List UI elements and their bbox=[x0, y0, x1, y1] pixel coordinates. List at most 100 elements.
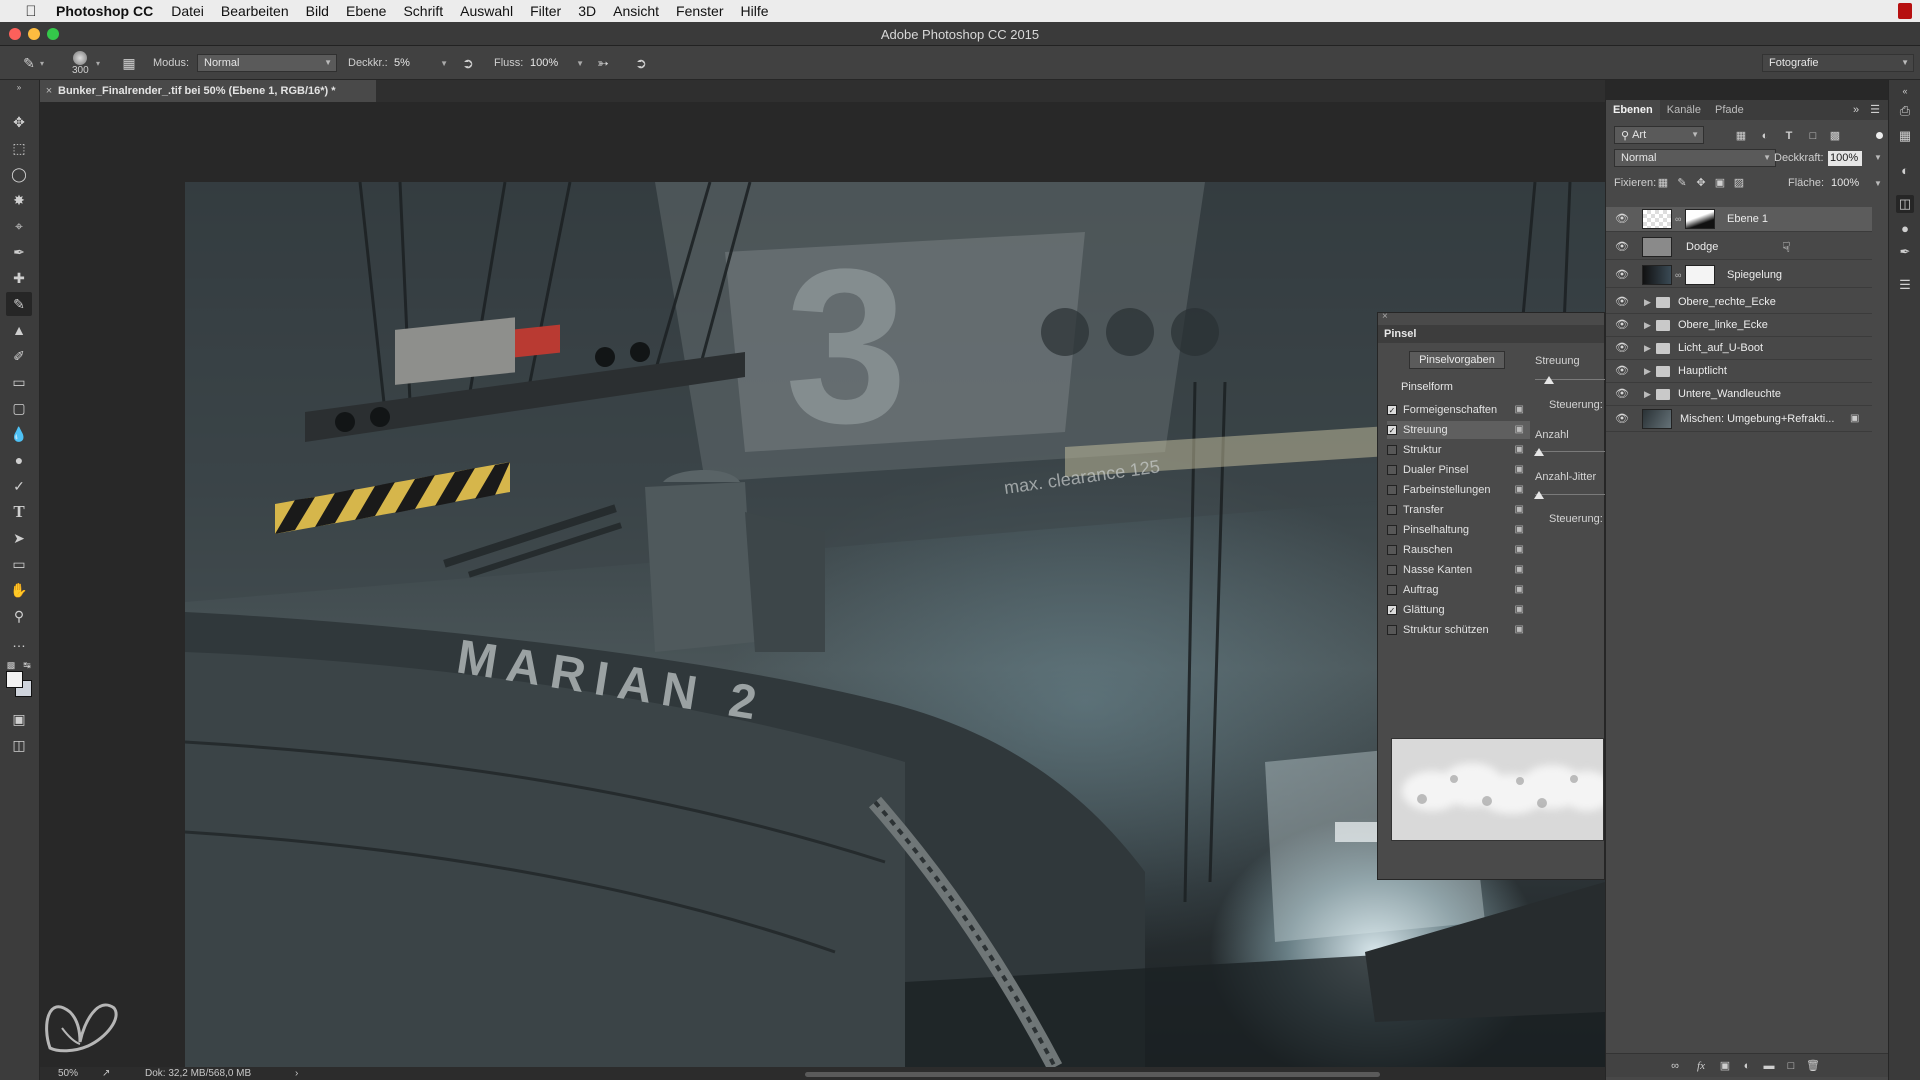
checkbox[interactable] bbox=[1387, 625, 1397, 635]
lock-transparent-pixels-icon[interactable]: ▦ bbox=[1656, 176, 1670, 190]
checkbox[interactable] bbox=[1387, 465, 1397, 475]
menu-schrift[interactable]: Schrift bbox=[403, 3, 443, 19]
blur-tool-icon[interactable]: 💧 bbox=[6, 422, 32, 446]
visibility-eye-icon[interactable]: 👁 bbox=[1614, 269, 1630, 281]
default-colors-icon[interactable]: ▩ bbox=[4, 658, 18, 672]
status-app-icon[interactable] bbox=[1898, 3, 1912, 19]
count-slider[interactable] bbox=[1535, 451, 1605, 452]
brush-option-streuung[interactable]: ✓ Streuung ▣ bbox=[1387, 421, 1530, 439]
menu-bild[interactable]: Bild bbox=[306, 3, 329, 19]
marquee-tool-icon[interactable]: ⬚ bbox=[6, 136, 32, 160]
properties-panel-icon[interactable]: ▦ bbox=[1896, 127, 1914, 145]
layer-mask-thumbnail[interactable] bbox=[1685, 265, 1715, 285]
brush-tool-preset-picker[interactable]: ✎ ▾ bbox=[18, 46, 44, 80]
lasso-tool-icon[interactable]: ◯ bbox=[6, 162, 32, 186]
quick-selection-tool-icon[interactable]: ✸ bbox=[6, 188, 32, 212]
lock-icon[interactable]: ▣ bbox=[1515, 524, 1524, 535]
visibility-eye-icon[interactable]: 👁 bbox=[1614, 413, 1630, 425]
lock-icon[interactable]: ▣ bbox=[1515, 504, 1524, 515]
history-panel-icon[interactable]: ⎙ bbox=[1896, 102, 1914, 120]
zoom-level[interactable]: 50% bbox=[58, 1068, 78, 1079]
brush-option-struktur[interactable]: Struktur ▣ bbox=[1387, 441, 1530, 459]
layer-row-ebene-1[interactable]: 👁 ∞ Ebene 1 bbox=[1606, 207, 1872, 232]
lock-icon[interactable]: ▣ bbox=[1515, 404, 1524, 415]
healing-brush-tool-icon[interactable]: ✚ bbox=[6, 266, 32, 290]
pressure-opacity-icon[interactable]: ➲ bbox=[457, 52, 479, 74]
menu-ebene[interactable]: Ebene bbox=[346, 3, 386, 19]
brush-option-glaettung[interactable]: ✓ Glättung ▣ bbox=[1387, 601, 1530, 619]
brush-size-caret-icon[interactable]: ▾ bbox=[96, 59, 100, 68]
menu-filter[interactable]: Filter bbox=[530, 3, 561, 19]
brush-presets-button[interactable]: Pinselvorgaben bbox=[1409, 351, 1505, 369]
menu-fenster[interactable]: Fenster bbox=[676, 3, 723, 19]
brush-option-rauschen[interactable]: Rauschen ▣ bbox=[1387, 541, 1530, 559]
lock-icon[interactable]: ▣ bbox=[1515, 464, 1524, 475]
collapse-panel-icon[interactable]: » bbox=[1849, 103, 1863, 117]
tab-kanaele[interactable]: Kanäle bbox=[1660, 100, 1708, 120]
checkbox[interactable] bbox=[1387, 445, 1397, 455]
toolbar-collapse-icon[interactable]: » bbox=[6, 82, 32, 92]
tab-ebenen[interactable]: Ebenen bbox=[1606, 100, 1660, 120]
visibility-eye-icon[interactable]: 👁 bbox=[1614, 388, 1630, 400]
swap-colors-icon[interactable]: ↹ bbox=[20, 658, 34, 672]
menu-datei[interactable]: Datei bbox=[171, 3, 204, 19]
paths-panel-icon[interactable]: ✒ bbox=[1896, 243, 1914, 261]
crop-tool-icon[interactable]: ⌖ bbox=[6, 214, 32, 238]
chevron-right-icon[interactable]: ▶ bbox=[1644, 320, 1651, 331]
eraser-tool-icon[interactable]: ▭ bbox=[6, 370, 32, 394]
lock-artboard-icon[interactable]: ▣ bbox=[1713, 176, 1727, 190]
layer-row-dodge[interactable]: 👁 Dodge ☟ bbox=[1606, 235, 1872, 260]
checkbox[interactable] bbox=[1387, 525, 1397, 535]
checkbox[interactable] bbox=[1387, 485, 1397, 495]
brush-option-auftrag[interactable]: Auftrag ▣ bbox=[1387, 581, 1530, 599]
menu-app-name[interactable]: Photoshop CC bbox=[56, 3, 153, 19]
layer-group-hauptlicht[interactable]: 👁 ▶ Hauptlicht bbox=[1606, 360, 1872, 383]
dodge-tool-icon[interactable]: ● bbox=[6, 448, 32, 472]
brush-option-transfer[interactable]: Transfer ▣ bbox=[1387, 501, 1530, 519]
eyedropper-tool-icon[interactable]: ✒ bbox=[6, 240, 32, 264]
pressure-size-icon[interactable]: ➲ bbox=[630, 52, 652, 74]
status-menu-chevron-icon[interactable]: › bbox=[295, 1068, 298, 1079]
checkbox[interactable]: ✓ bbox=[1387, 425, 1397, 435]
lock-icon[interactable]: ▣ bbox=[1515, 544, 1524, 555]
history-brush-tool-icon[interactable]: ✐ bbox=[6, 344, 32, 368]
layer-group-licht-auf-u-boot[interactable]: 👁 ▶ Licht_auf_U-Boot bbox=[1606, 337, 1872, 360]
filter-pixel-layers-icon[interactable]: ▦ bbox=[1734, 129, 1748, 143]
menu-ansicht[interactable]: Ansicht bbox=[613, 3, 659, 19]
brush-option-farbeinstellungen[interactable]: Farbeinstellungen ▣ bbox=[1387, 481, 1530, 499]
type-tool-icon[interactable]: T bbox=[6, 500, 32, 524]
brush-option-dualer-pinsel[interactable]: Dualer Pinsel ▣ bbox=[1387, 461, 1530, 479]
brush-settings-panel-icon[interactable]: ☰ bbox=[1896, 276, 1914, 294]
chevron-right-icon[interactable]: ▶ bbox=[1644, 297, 1651, 308]
menu-hilfe[interactable]: Hilfe bbox=[741, 3, 769, 19]
brush-option-struktur-schuetzen[interactable]: Struktur schützen ▣ bbox=[1387, 621, 1530, 639]
blend-mode-select[interactable]: Normal ▼ bbox=[1614, 149, 1776, 167]
more-tools-icon[interactable]: … bbox=[6, 630, 32, 654]
layers-panel-icon[interactable]: ◫ bbox=[1896, 195, 1914, 213]
close-icon[interactable]: × bbox=[40, 85, 58, 97]
count-slider-thumb[interactable] bbox=[1534, 448, 1544, 456]
layer-opacity-field[interactable]: 100% bbox=[1828, 151, 1862, 166]
add-mask-icon[interactable]: ▣ bbox=[1718, 1059, 1732, 1073]
visibility-eye-icon[interactable]: 👁 bbox=[1614, 365, 1630, 377]
close-icon[interactable]: × bbox=[1382, 311, 1388, 322]
visibility-eye-icon[interactable]: 👁 bbox=[1614, 296, 1630, 308]
lock-icon[interactable]: ▣ bbox=[1515, 564, 1524, 575]
visibility-eye-icon[interactable]: 👁 bbox=[1614, 319, 1630, 331]
filter-shape-layers-icon[interactable]: □ bbox=[1806, 129, 1820, 143]
checkbox[interactable] bbox=[1387, 545, 1397, 555]
panel-menu-icon[interactable]: ☰ bbox=[1868, 103, 1882, 117]
filter-adjustment-layers-icon[interactable]: ◐ bbox=[1758, 129, 1772, 143]
brush-panel-toggle-icon[interactable]: ▦ bbox=[118, 52, 140, 74]
checkbox[interactable] bbox=[1387, 585, 1397, 595]
document-tab[interactable]: × Bunker_Finalrender_.tif bei 50% (Ebene… bbox=[40, 80, 376, 102]
lock-icon[interactable]: ▣ bbox=[1515, 424, 1524, 435]
chevron-right-icon[interactable]: ▶ bbox=[1644, 343, 1651, 354]
airbrush-icon[interactable]: ➳ bbox=[592, 52, 614, 74]
gradient-tool-icon[interactable]: ▢ bbox=[6, 396, 32, 420]
new-group-folder-icon[interactable]: ▬ bbox=[1762, 1059, 1776, 1073]
channels-panel-icon[interactable]: ● bbox=[1896, 220, 1914, 238]
apple-icon[interactable]:  bbox=[22, 2, 40, 20]
dock-collapse-icon[interactable]: « bbox=[1896, 82, 1914, 100]
layer-style-fx-icon[interactable]: fx bbox=[1694, 1059, 1708, 1073]
